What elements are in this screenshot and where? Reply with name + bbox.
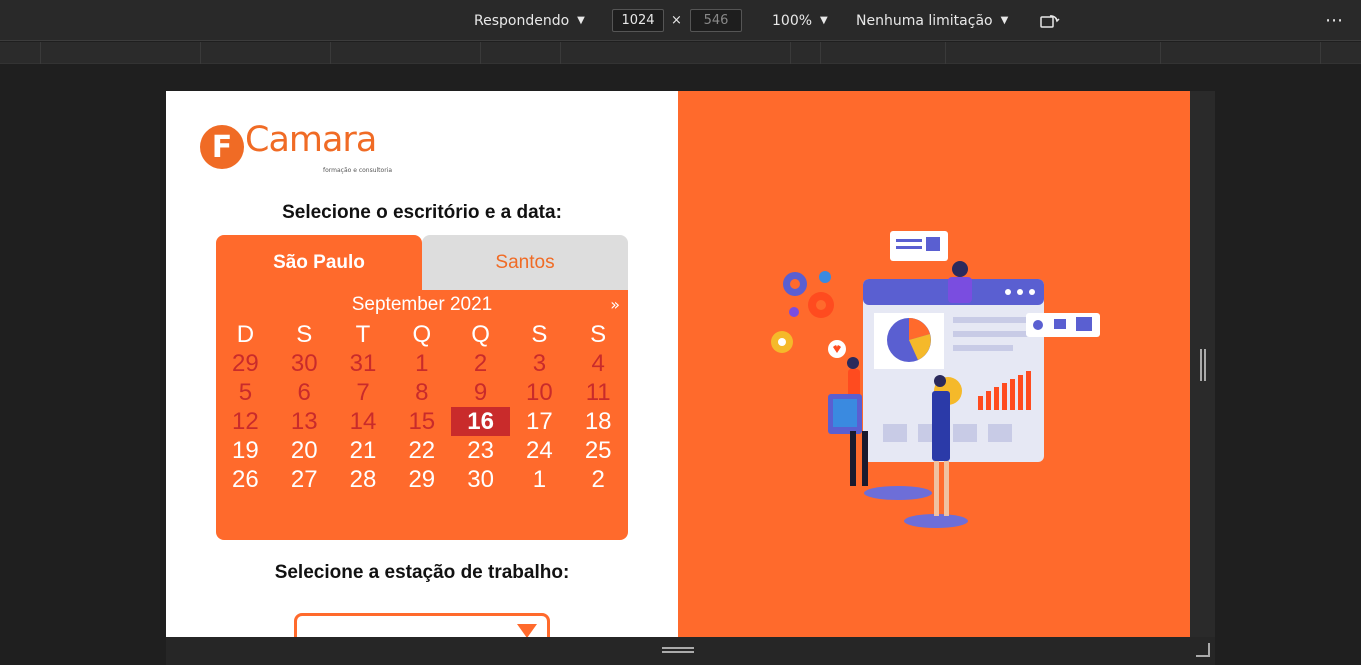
calendar-day[interactable]: 27	[275, 465, 334, 494]
more-options-icon[interactable]: ⋯	[1325, 0, 1343, 41]
calendar-day[interactable]: 17	[510, 407, 569, 436]
illustration-panel	[678, 91, 1190, 637]
next-month-button[interactable]: »	[610, 295, 620, 314]
calendar-day: 6	[297, 378, 311, 406]
caret-down-icon: ▼	[1000, 15, 1009, 26]
calendar-day[interactable]: 28	[334, 465, 393, 494]
calendar-day: 30	[290, 349, 318, 377]
calendar-day[interactable]: 30	[451, 465, 510, 494]
calendar-day: 29	[232, 349, 259, 377]
media-query-ruler	[0, 42, 1361, 64]
weekday-header: D	[236, 320, 255, 348]
logo-subtitle: formação e consultoria	[323, 167, 393, 174]
calendar-day: 14	[349, 407, 377, 435]
weekday-header: S	[590, 320, 607, 348]
calendar-day[interactable]: 22	[392, 436, 451, 465]
calendar-day[interactable]: 29	[392, 465, 451, 494]
weekday-header: S	[531, 320, 548, 348]
calendar-month-label: September 2021	[351, 294, 493, 315]
calendar: September 2021 » D S T Q Q S S 29 30 31 1 2 3 4 5 6 7 8 9 1…	[216, 290, 628, 540]
calendar-day: 10	[526, 378, 553, 406]
calendar-day[interactable]: 21	[334, 436, 393, 465]
logo-text: Camara	[245, 120, 377, 160]
zoom-label: 100%	[772, 12, 813, 29]
tab-sao-paulo[interactable]: São Paulo	[216, 235, 422, 291]
width-input[interactable]: 1024	[612, 9, 664, 32]
logo-letter: F	[212, 130, 233, 165]
calendar-day[interactable]: 18	[569, 407, 628, 436]
calendar-day: 12	[232, 407, 259, 435]
calendar-grid: D S T Q Q S S 29 30 31 1 2 3 4 5 6 7 8 9 10 11 12 13 14 15 16 17 18…	[216, 320, 628, 494]
calendar-day-selected[interactable]: 16	[451, 407, 510, 436]
people-with-dashboard-illustration	[771, 231, 1100, 528]
weekday-header: Q	[412, 320, 432, 348]
resize-handle-right[interactable]	[1190, 91, 1215, 637]
calendar-day: 7	[356, 378, 370, 406]
height-input[interactable]: 546	[690, 9, 742, 32]
dropdown-arrow-icon	[517, 624, 537, 637]
caret-down-icon: ▼	[577, 15, 585, 26]
calendar-day: 4	[591, 349, 605, 377]
calendar-day: 8	[415, 378, 429, 406]
weekday-header: Q	[471, 320, 490, 348]
calendar-day: 3	[532, 349, 547, 377]
calendar-day[interactable]: 24	[510, 436, 569, 465]
device-mode-dropdown[interactable]: Respondendo ▼	[474, 0, 585, 41]
calendar-day[interactable]: 1	[510, 465, 569, 494]
calendar-day: 13	[290, 407, 318, 435]
calendar-day: 2	[473, 349, 488, 377]
calendar-day: 5	[238, 378, 253, 406]
times-icon: ×	[671, 13, 682, 28]
calendar-day[interactable]: 20	[275, 436, 334, 465]
calendar-day[interactable]: 23	[451, 436, 510, 465]
calendar-day[interactable]: 19	[216, 436, 275, 465]
station-heading: Selecione a estação de trabalho:	[274, 562, 570, 583]
device-viewport: F Camara formação e consultoria Selecion…	[166, 91, 1190, 637]
weekday-header: T	[355, 320, 371, 348]
weekday-header: S	[296, 320, 313, 348]
tab-santos[interactable]: Santos	[422, 235, 628, 291]
rotate-icon[interactable]	[1040, 0, 1060, 41]
station-select[interactable]	[294, 613, 550, 637]
throttling-label: Nenhuma limitação	[856, 12, 993, 29]
device-mode-label: Respondendo	[474, 12, 570, 29]
throttling-dropdown[interactable]: Nenhuma limitação ▼	[856, 0, 1008, 41]
zoom-dropdown[interactable]: 100% ▼	[772, 0, 828, 41]
calendar-day: 31	[349, 349, 377, 377]
calendar-day: 15	[408, 407, 436, 435]
office-date-heading: Selecione o escritório e a data:	[282, 202, 562, 223]
fcamara-logo: F Camara formação e consultoria	[199, 120, 409, 180]
calendar-day: 11	[585, 378, 611, 406]
devtools-toolbar: Respondendo ▼ 1024 × 546 100% ▼ Nenhuma …	[0, 0, 1361, 41]
booking-panel: F Camara formação e consultoria Selecion…	[166, 91, 678, 637]
calendar-day[interactable]: 26	[216, 465, 275, 494]
calendar-day: 1	[415, 349, 429, 377]
resize-corner-icon[interactable]	[1196, 643, 1210, 657]
calendar-day[interactable]: 2	[569, 465, 628, 494]
caret-down-icon: ▼	[820, 15, 828, 26]
calendar-day: 9	[473, 378, 488, 406]
resize-handle-bottom[interactable]	[166, 637, 1215, 665]
calendar-day[interactable]: 25	[569, 436, 628, 465]
